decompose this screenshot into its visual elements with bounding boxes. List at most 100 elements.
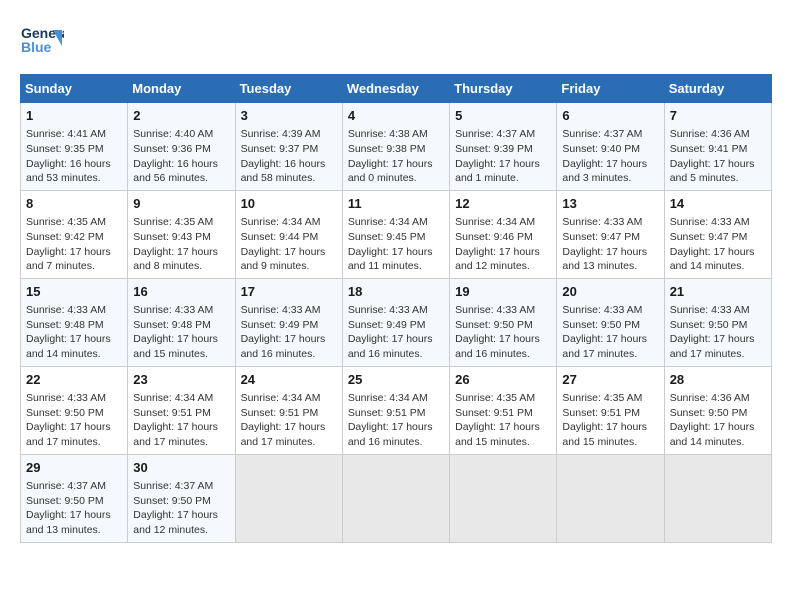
- table-row: 22 Sunrise: 4:33 AMSunset: 9:50 PMDayligh…: [21, 366, 128, 454]
- col-header-thursday: Thursday: [450, 75, 557, 103]
- table-row: 11Sunrise: 4:34 AMSunset: 9:45 PMDayligh…: [342, 190, 449, 278]
- day-info: Sunrise: 4:40 AMSunset: 9:36 PMDaylight:…: [133, 127, 229, 186]
- table-row: 21 Sunrise: 4:33 AMSunset: 9:50 PMDayligh…: [664, 278, 771, 366]
- table-row: 2 Sunrise: 4:40 AMSunset: 9:36 PMDaylight…: [128, 103, 235, 191]
- table-row: 23 Sunrise: 4:34 AMSunset: 9:51 PMDayligh…: [128, 366, 235, 454]
- day-info: Sunrise: 4:33 AMSunset: 9:48 PMDaylight:…: [133, 303, 229, 362]
- day-info: Sunrise: 4:38 AMSunset: 9:38 PMDaylight:…: [348, 127, 444, 186]
- table-row: 14 Sunrise: 4:33 AMSunset: 9:47 PMDayligh…: [664, 190, 771, 278]
- day-number: 30: [133, 459, 229, 477]
- day-number: 27: [562, 371, 658, 389]
- day-info: Sunrise: 4:34 AMSunset: 9:44 PMDaylight:…: [241, 215, 337, 274]
- day-number: 7: [670, 107, 766, 125]
- table-row: 4 Sunrise: 4:38 AMSunset: 9:38 PMDaylight…: [342, 103, 449, 191]
- day-info: Sunrise: 4:37 AMSunset: 9:40 PMDaylight:…: [562, 127, 658, 186]
- day-info: Sunrise: 4:34 AMSunset: 9:51 PMDaylight:…: [348, 391, 444, 450]
- col-header-sunday: Sunday: [21, 75, 128, 103]
- day-info: Sunrise: 4:34 AMSunset: 9:46 PMDaylight:…: [455, 215, 551, 274]
- table-row: [664, 454, 771, 542]
- table-row: [235, 454, 342, 542]
- day-info: Sunrise: 4:34 AMSunset: 9:51 PMDaylight:…: [241, 391, 337, 450]
- table-row: 20 Sunrise: 4:33 AMSunset: 9:50 PMDayligh…: [557, 278, 664, 366]
- table-row: 7 Sunrise: 4:36 AMSunset: 9:41 PMDaylight…: [664, 103, 771, 191]
- table-row: [450, 454, 557, 542]
- day-number: 3: [241, 107, 337, 125]
- day-info: Sunrise: 4:33 AMSunset: 9:50 PMDaylight:…: [562, 303, 658, 362]
- table-row: 19 Sunrise: 4:33 AMSunset: 9:50 PMDayligh…: [450, 278, 557, 366]
- table-row: 17 Sunrise: 4:33 AMSunset: 9:49 PMDayligh…: [235, 278, 342, 366]
- day-number: 25: [348, 371, 444, 389]
- table-row: 16Sunrise: 4:33 AMSunset: 9:48 PMDayligh…: [128, 278, 235, 366]
- table-row: 24Sunrise: 4:34 AMSunset: 9:51 PMDayligh…: [235, 366, 342, 454]
- table-row: 18 Sunrise: 4:33 AMSunset: 9:49 PMDayligh…: [342, 278, 449, 366]
- svg-text:Blue: Blue: [21, 39, 52, 55]
- table-row: 1 Sunrise: 4:41 AMSunset: 9:35 PMDaylight…: [21, 103, 128, 191]
- day-number: 10: [241, 195, 337, 213]
- day-info: Sunrise: 4:33 AMSunset: 9:49 PMDaylight:…: [241, 303, 337, 362]
- table-row: 15 Sunrise: 4:33 AMSunset: 9:48 PMDayligh…: [21, 278, 128, 366]
- day-number: 1: [26, 107, 122, 125]
- logo: GeneralBlue: [20, 20, 64, 64]
- day-number: 6: [562, 107, 658, 125]
- day-info: Sunrise: 4:34 AMSunset: 9:51 PMDaylight:…: [133, 391, 229, 450]
- day-number: 18: [348, 283, 444, 301]
- day-number: 17: [241, 283, 337, 301]
- day-number: 15: [26, 283, 122, 301]
- day-number: 28: [670, 371, 766, 389]
- day-number: 19: [455, 283, 551, 301]
- day-info: Sunrise: 4:33 AMSunset: 9:50 PMDaylight:…: [670, 303, 766, 362]
- day-number: 9: [133, 195, 229, 213]
- day-info: Sunrise: 4:33 AMSunset: 9:50 PMDaylight:…: [26, 391, 122, 450]
- table-row: 12 Sunrise: 4:34 AMSunset: 9:46 PMDayligh…: [450, 190, 557, 278]
- table-row: 27 Sunrise: 4:35 AMSunset: 9:51 PMDayligh…: [557, 366, 664, 454]
- table-row: [342, 454, 449, 542]
- table-row: 9 Sunrise: 4:35 AMSunset: 9:43 PMDaylight…: [128, 190, 235, 278]
- day-info: Sunrise: 4:37 AMSunset: 9:50 PMDaylight:…: [133, 479, 229, 538]
- day-info: Sunrise: 4:39 AMSunset: 9:37 PMDaylight:…: [241, 127, 337, 186]
- day-number: 4: [348, 107, 444, 125]
- table-row: 25 Sunrise: 4:34 AMSunset: 9:51 PMDayligh…: [342, 366, 449, 454]
- day-info: Sunrise: 4:33 AMSunset: 9:50 PMDaylight:…: [455, 303, 551, 362]
- col-header-tuesday: Tuesday: [235, 75, 342, 103]
- day-number: 21: [670, 283, 766, 301]
- day-number: 13: [562, 195, 658, 213]
- col-header-saturday: Saturday: [664, 75, 771, 103]
- col-header-monday: Monday: [128, 75, 235, 103]
- day-info: Sunrise: 4:37 AMSunset: 9:39 PMDaylight:…: [455, 127, 551, 186]
- day-info: Sunrise: 4:33 AMSunset: 9:48 PMDaylight:…: [26, 303, 122, 362]
- table-row: 3 Sunrise: 4:39 AMSunset: 9:37 PMDaylight…: [235, 103, 342, 191]
- day-info: Sunrise: 4:36 AMSunset: 9:41 PMDaylight:…: [670, 127, 766, 186]
- day-number: 23: [133, 371, 229, 389]
- day-number: 14: [670, 195, 766, 213]
- day-info: Sunrise: 4:33 AMSunset: 9:47 PMDaylight:…: [670, 215, 766, 274]
- day-info: Sunrise: 4:41 AMSunset: 9:35 PMDaylight:…: [26, 127, 122, 186]
- day-number: 5: [455, 107, 551, 125]
- day-info: Sunrise: 4:35 AMSunset: 9:42 PMDaylight:…: [26, 215, 122, 274]
- day-number: 2: [133, 107, 229, 125]
- day-info: Sunrise: 4:35 AMSunset: 9:51 PMDaylight:…: [562, 391, 658, 450]
- day-info: Sunrise: 4:37 AMSunset: 9:50 PMDaylight:…: [26, 479, 122, 538]
- day-number: 12: [455, 195, 551, 213]
- day-info: Sunrise: 4:33 AMSunset: 9:47 PMDaylight:…: [562, 215, 658, 274]
- header: GeneralBlue: [20, 20, 772, 64]
- day-number: 26: [455, 371, 551, 389]
- day-info: Sunrise: 4:35 AMSunset: 9:51 PMDaylight:…: [455, 391, 551, 450]
- day-info: Sunrise: 4:35 AMSunset: 9:43 PMDaylight:…: [133, 215, 229, 274]
- table-row: 29 Sunrise: 4:37 AMSunset: 9:50 PMDayligh…: [21, 454, 128, 542]
- table-row: 13 Sunrise: 4:33 AMSunset: 9:47 PMDayligh…: [557, 190, 664, 278]
- table-row: 28 Sunrise: 4:36 AMSunset: 9:50 PMDayligh…: [664, 366, 771, 454]
- day-number: 22: [26, 371, 122, 389]
- day-info: Sunrise: 4:34 AMSunset: 9:45 PMDaylight:…: [348, 215, 444, 274]
- col-header-friday: Friday: [557, 75, 664, 103]
- day-info: Sunrise: 4:36 AMSunset: 9:50 PMDaylight:…: [670, 391, 766, 450]
- calendar-table: SundayMondayTuesdayWednesdayThursdayFrid…: [20, 74, 772, 543]
- day-number: 8: [26, 195, 122, 213]
- table-row: 26 Sunrise: 4:35 AMSunset: 9:51 PMDayligh…: [450, 366, 557, 454]
- day-number: 29: [26, 459, 122, 477]
- table-row: 8 Sunrise: 4:35 AMSunset: 9:42 PMDaylight…: [21, 190, 128, 278]
- day-number: 20: [562, 283, 658, 301]
- day-info: Sunrise: 4:33 AMSunset: 9:49 PMDaylight:…: [348, 303, 444, 362]
- table-row: 10 Sunrise: 4:34 AMSunset: 9:44 PMDayligh…: [235, 190, 342, 278]
- table-row: [557, 454, 664, 542]
- logo-icon: GeneralBlue: [20, 20, 64, 64]
